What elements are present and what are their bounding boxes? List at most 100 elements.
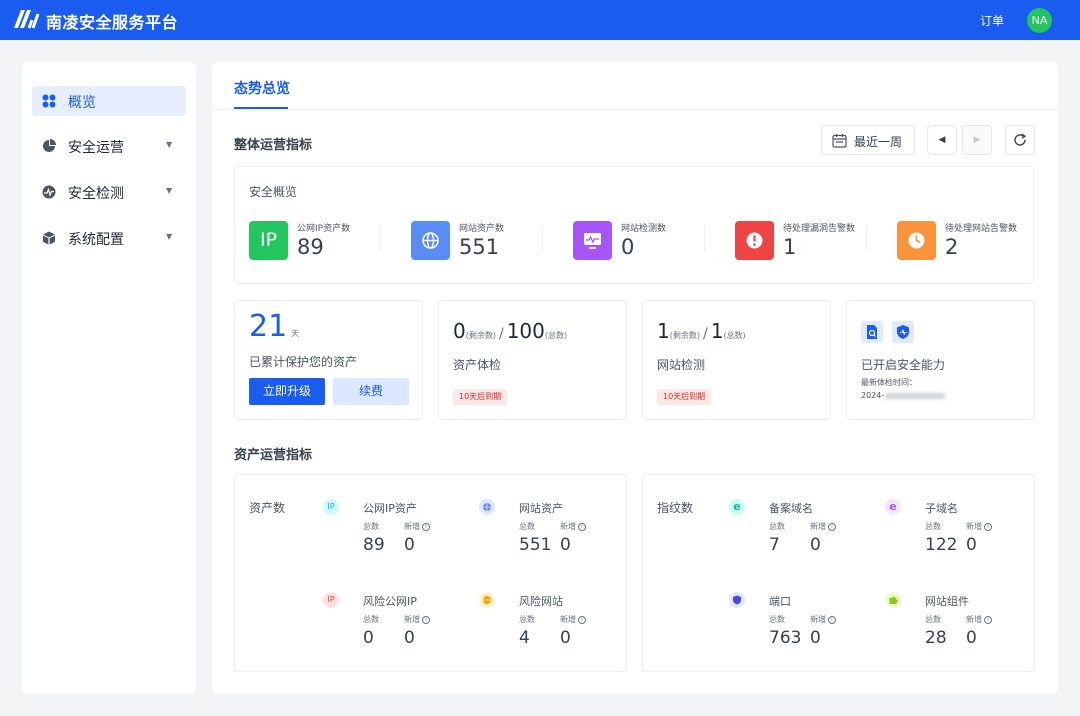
metric-title: 风险公网IP	[363, 595, 417, 608]
metric-web-components[interactable]: 网站组件 总数 新增 i 28 0	[885, 592, 1035, 662]
next-button[interactable]: ▶	[962, 125, 992, 155]
logo-icon	[14, 10, 40, 29]
kpi-value: 2	[945, 235, 959, 259]
upgrade-button[interactable]: 立即升级	[249, 378, 325, 405]
info-icon[interactable]: i	[422, 615, 430, 624]
kpi-website-alerts[interactable]: 待处理网站告警数 2	[897, 219, 1047, 263]
metric-title: 子域名	[925, 502, 958, 515]
ip-icon: IP	[323, 499, 339, 515]
renew-button[interactable]: 续费	[333, 378, 409, 405]
kpi-vuln-alerts[interactable]: 待处理漏洞告警数 1	[735, 219, 885, 263]
total-value: 122	[925, 535, 958, 555]
caret-down-icon: ▼	[166, 232, 173, 241]
prev-button[interactable]: ◀	[927, 125, 957, 155]
kpi-website-checks[interactable]: 网站检测数 0	[573, 219, 723, 263]
info-icon[interactable]: i	[578, 522, 586, 531]
new-value: 0	[560, 628, 571, 648]
remaining-label: (剩余数)	[669, 331, 700, 340]
cube-icon	[43, 231, 55, 245]
total-value: 1	[710, 319, 724, 343]
info-icon[interactable]: i	[422, 522, 430, 531]
sidebar-item-security-check[interactable]: 安全检测 ▼	[32, 177, 186, 207]
asset-check-card: 0(剩余数)/100(总数) 资产体检 10天后到期	[438, 300, 627, 420]
sidebar-item-security-ops[interactable]: 安全运营 ▼	[32, 131, 186, 161]
metric-title: 风险网站	[519, 595, 563, 608]
metric-website-assets[interactable]: 网站资产 总数 新增 i 551 0	[479, 499, 629, 569]
avatar[interactable]: NA	[1027, 8, 1052, 33]
divider	[704, 225, 705, 251]
total-value: 4	[519, 628, 530, 648]
clock-icon	[897, 221, 936, 260]
asset-check-quota: 0(剩余数)/100(总数)	[453, 319, 567, 343]
info-icon[interactable]: i	[984, 615, 992, 624]
new-value: 0	[404, 535, 415, 555]
new-label: 新增 i	[404, 521, 430, 532]
new-value: 0	[966, 535, 977, 555]
new-label: 新增 i	[560, 614, 586, 625]
overview-title: 安全概览	[249, 185, 298, 199]
info-icon[interactable]: i	[828, 615, 836, 624]
info-icon[interactable]: i	[984, 522, 992, 531]
date-range-button[interactable]: 最近一周	[821, 125, 915, 155]
refresh-icon	[1014, 133, 1027, 146]
pie-chart-icon	[43, 139, 56, 152]
metric-risk-public-ip[interactable]: IP 风险公网IP 总数 新增 i 0 0	[323, 592, 473, 662]
info-icon[interactable]: i	[828, 522, 836, 531]
kpi-label: 待处理漏洞告警数	[783, 224, 856, 234]
shield-icon	[729, 592, 745, 608]
new-value: 0	[810, 628, 821, 648]
kpi-public-ip[interactable]: IP 公网IP资产数 89	[249, 219, 399, 263]
site-check-label: 网站检测	[657, 358, 706, 372]
orders-link[interactable]: 订单	[980, 12, 1004, 29]
sidebar-item-label: 安全运营	[68, 140, 124, 156]
blurred-date	[885, 392, 946, 399]
capability-label: 已开启安全能力	[861, 358, 946, 372]
expiry-badge: 10天后到期	[453, 389, 508, 405]
total-value: 89	[363, 535, 385, 555]
total-value: 100	[506, 319, 545, 343]
metric-ports[interactable]: 端口 总数 新增 i 763 0	[729, 592, 879, 662]
total-label: (总数)	[544, 331, 568, 340]
metric-public-ip[interactable]: IP 公网IP资产 总数 新增 i 89 0	[323, 499, 473, 569]
new-label: 新增 i	[966, 521, 992, 532]
kpi-label: 公网IP资产数	[297, 224, 351, 234]
metric-icp-domains[interactable]: e 备案域名 总数 新增 i 7 0	[729, 499, 879, 569]
shield-icon	[892, 321, 914, 343]
sidebar: 概览 安全运营 ▼ 安全检测 ▼ 系统配置 ▼	[22, 62, 196, 694]
section-title-asset: 资产运营指标	[234, 448, 313, 463]
total-label: 总数	[769, 615, 785, 624]
sidebar-item-system-config[interactable]: 系统配置 ▼	[32, 223, 186, 253]
kpi-value: 0	[621, 235, 635, 259]
puzzle-icon	[885, 592, 901, 608]
new-label-text: 新增	[560, 615, 576, 624]
tab-situation-overview[interactable]: 态势总览	[234, 78, 290, 98]
kpi-website-assets[interactable]: 网站资产数 551	[411, 219, 561, 263]
protection-card: 21 天 已累计保护您的资产 立即升级 续费	[234, 300, 423, 420]
new-label: 新增 i	[560, 521, 586, 532]
remaining-value: 0	[453, 319, 466, 343]
total-value: 763	[769, 628, 802, 648]
top-bar: 南凌安全服务平台 订单 NA	[0, 0, 1080, 40]
main-panel: 态势总览 整体运营指标 最近一周 ◀ ▶ 安全概览 IP 公网IP资产数 89 …	[212, 62, 1058, 694]
refresh-button[interactable]	[1005, 125, 1035, 155]
new-label: 新增 i	[404, 614, 430, 625]
kpi-label: 待处理网站告警数	[945, 224, 1018, 234]
sidebar-item-label: 概览	[68, 95, 96, 111]
kpi-value: 1	[783, 235, 797, 259]
metric-subdomains[interactable]: e 子域名 总数 新增 i 122 0	[885, 499, 1035, 569]
fingerprint-title: 指纹数	[657, 501, 694, 515]
new-label: 新增 i	[810, 614, 836, 625]
asset-check-label: 资产体检	[453, 358, 502, 372]
site-check-card: 1(剩余数)/1(总数) 网站检测 10天后到期	[642, 300, 831, 420]
divider	[212, 109, 1058, 110]
remaining-value: 1	[657, 319, 670, 343]
metric-risk-websites[interactable]: 风险网站 总数 新增 i 4 0	[479, 592, 629, 662]
remaining-label: (剩余数)	[465, 331, 496, 340]
info-icon[interactable]: i	[578, 615, 586, 624]
kpi-label: 网站检测数	[621, 224, 667, 234]
asset-counts-card: 资产数 IP 公网IP资产 总数 新增 i 89 0 网站资产 总数 新增 i 55…	[234, 474, 627, 672]
new-label-text: 新增	[966, 615, 982, 624]
kpi-label: 网站资产数	[459, 224, 505, 234]
sidebar-item-overview[interactable]: 概览	[32, 86, 186, 116]
sidebar-item-label: 系统配置	[68, 232, 124, 248]
